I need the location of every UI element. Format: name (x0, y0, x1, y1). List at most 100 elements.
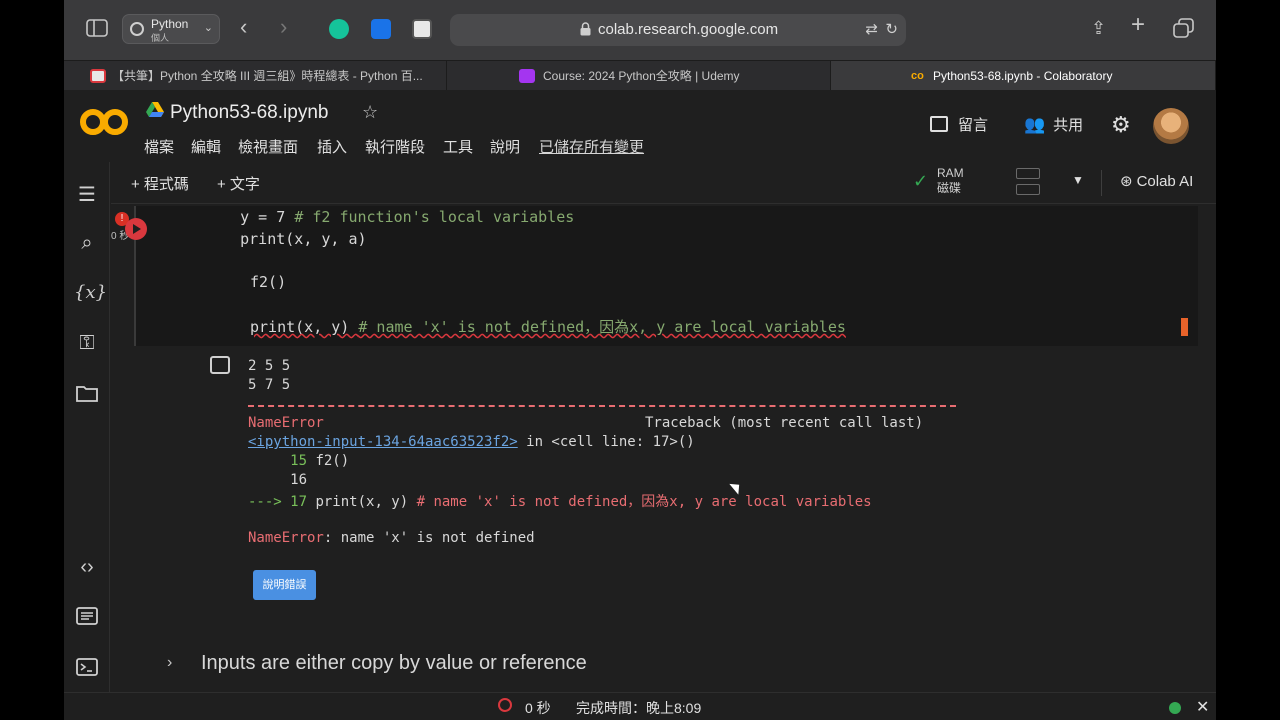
chevron-right-icon[interactable]: › (167, 654, 172, 672)
colab-ai-label: Colab AI (1136, 173, 1194, 190)
traceback-line: 15 f2() (248, 453, 349, 469)
traceback-line: ---> 17 print(x, y) # name 'x' is not de… (248, 491, 872, 511)
extension-icon[interactable] (371, 19, 391, 39)
error-prefix: NameError (248, 530, 324, 546)
back-icon[interactable]: ‹ (240, 16, 247, 38)
avatar[interactable] (1153, 108, 1189, 144)
google-drive-icon (146, 102, 164, 117)
tab-colab-notebook[interactable]: co Python53-68.ipynb - Colaboratory (831, 61, 1216, 91)
profile-name: Python (151, 17, 189, 31)
explain-error-button[interactable]: 說明錯誤 (253, 570, 316, 600)
connection-status-icon (1169, 702, 1181, 714)
notebook-title[interactable]: Python53-68.ipynb (170, 102, 328, 124)
comment-label: 留言 (958, 117, 989, 134)
menu-help[interactable]: 說明 (490, 136, 520, 157)
lock-icon (580, 22, 591, 36)
person-icon (130, 22, 144, 36)
forward-icon[interactable]: › (280, 16, 287, 38)
translate-icon[interactable]: ⇄ (865, 20, 878, 38)
tab-bar: 【共筆】Python 全攻略 III 週三組》時程總表 - Python 百..… (64, 60, 1216, 91)
cell-line-ref: in <cell line: 17>() (517, 434, 695, 450)
code-line[interactable]: y = 7 # f2 function's local variables (204, 208, 574, 226)
run-cell-button[interactable] (125, 218, 147, 240)
code-text: print(x, y) (250, 318, 359, 336)
tab-label: Python53-68.ipynb - Colaboratory (933, 69, 1113, 83)
disk-usage-bar (1016, 184, 1040, 195)
browser-toolbar: Python 個人 ⌄ ‹ › colab.research.google.co… (64, 0, 1216, 60)
tab-overview-icon[interactable] (1173, 18, 1195, 42)
ipython-input-link[interactable]: <ipython-input-134-64aac63523f2> (248, 434, 518, 450)
colab-ai-button[interactable]: ⊛ Colab AI (1120, 172, 1193, 190)
profile-switcher[interactable]: Python 個人 ⌄ (122, 14, 220, 44)
line-code: f2() (315, 453, 350, 469)
new-tab-icon[interactable]: + (1131, 13, 1145, 37)
notebook-content: ! 0 秒 y = 7 # f2 function's local variab… (111, 204, 1216, 692)
secrets-key-icon[interactable]: ⚿ (74, 330, 100, 356)
folder-icon[interactable] (74, 380, 100, 406)
line-number: 15 (248, 453, 316, 469)
code-line[interactable]: f2() (250, 273, 286, 291)
comment-button[interactable]: 留言 (930, 114, 988, 135)
url-text: colab.research.google.com (598, 21, 779, 38)
status-exec-time: 0 秒 (525, 700, 551, 716)
resources-indicator[interactable]: RAM 磁碟 (937, 166, 964, 196)
settings-gear-icon[interactable]: ⚙ (1111, 112, 1131, 138)
tab-label: Course: 2024 Python全攻略 | Udemy (543, 69, 740, 83)
notion-extension-icon[interactable] (412, 19, 432, 39)
status-finished: 完成時間：晚上8:09 (576, 700, 702, 716)
tab-udemy-course[interactable]: Course: 2024 Python全攻略 | Udemy (447, 61, 831, 91)
book-icon (90, 69, 106, 83)
ram-label: RAM (937, 166, 964, 180)
notebook-toolbar: + 程式碼 + 文字 ✓ RAM 磁碟 ▼ ⊛Colab AI ⌃ (111, 162, 1216, 204)
traceback-location: <ipython-input-134-64aac63523f2> in <cel… (248, 434, 695, 450)
error-name: NameError (248, 415, 324, 431)
tab-python-schedule[interactable]: 【共筆】Python 全攻略 III 週三組》時程總表 - Python 百..… (64, 61, 447, 91)
left-rail: ☰ ⌕ {x} ⚿ ‹› (64, 162, 110, 692)
sidebar-toggle-icon[interactable] (86, 19, 108, 41)
menu-runtime[interactable]: 執行階段 (365, 136, 425, 157)
output-clear-icon[interactable] (210, 356, 230, 374)
saved-status[interactable]: 已儲存所有變更 (539, 136, 644, 157)
add-text-button[interactable]: + 文字 (217, 173, 260, 194)
error-message: NameError: name 'x' is not defined (248, 530, 535, 546)
colab-ai-icon: ⊛ (1120, 173, 1133, 190)
comment-icon (930, 116, 948, 132)
variables-icon[interactable]: {x} (74, 280, 107, 306)
ram-usage-bar (1016, 168, 1040, 179)
share-icon[interactable]: ⇪ (1091, 18, 1106, 38)
code-line[interactable]: print(x, y, a) (204, 230, 366, 248)
address-bar[interactable]: colab.research.google.com ⇄ ↻ (450, 14, 906, 46)
code-cell[interactable]: y = 7 # f2 function's local variables pr… (125, 206, 1198, 346)
output-line: 5 7 5 (248, 377, 291, 393)
traceback-label: Traceback (most recent call last) (645, 415, 924, 431)
add-code-button[interactable]: + 程式碼 (131, 173, 189, 194)
colab-logo[interactable] (80, 106, 128, 138)
traceback-header: NameError Traceback (most recent call las… (248, 415, 923, 431)
close-icon[interactable]: ✕ (1196, 697, 1209, 717)
grammarly-extension-icon[interactable] (329, 19, 349, 39)
command-palette-icon[interactable] (74, 603, 100, 629)
star-icon[interactable]: ☆ (362, 102, 378, 123)
udemy-icon (519, 69, 535, 83)
menu-insert[interactable]: 插入 (317, 136, 347, 157)
colab-header: Python53-68.ipynb ☆ 檔案 編輯 檢視畫面 插入 執行階段 工… (64, 90, 1216, 162)
reload-icon[interactable]: ↻ (885, 20, 898, 38)
menu-tools[interactable]: 工具 (443, 136, 473, 157)
line-comment: # name 'x' is not defined，因為x, y are loc… (416, 494, 872, 510)
line-code: print(x, y) (315, 494, 417, 510)
code-snippets-icon[interactable]: ‹› (74, 554, 100, 580)
status-bar: 0 秒 完成時間：晚上8:09 ✕ (64, 692, 1216, 720)
menu-file[interactable]: 檔案 (144, 136, 174, 157)
tab-label: 【共筆】Python 全攻略 III 週三組》時程總表 - Python 百..… (112, 69, 423, 83)
error-text: : name 'x' is not defined (323, 530, 535, 546)
search-icon[interactable]: ⌕ (74, 230, 100, 256)
menu-view[interactable]: 檢視畫面 (238, 136, 298, 157)
table-of-contents-icon[interactable]: ☰ (74, 182, 100, 208)
chevron-down-icon[interactable]: ▼ (1072, 173, 1084, 187)
terminal-icon[interactable] (74, 654, 100, 680)
share-button[interactable]: 👥 共用 (1024, 114, 1083, 135)
menu-edit[interactable]: 編輯 (191, 136, 221, 157)
section-heading[interactable]: Inputs are either copy by value or refer… (201, 652, 587, 675)
output-line: 2 5 5 (248, 358, 291, 374)
code-line-error[interactable]: print(x, y) # name 'x' is not defined，因為… (250, 316, 846, 337)
